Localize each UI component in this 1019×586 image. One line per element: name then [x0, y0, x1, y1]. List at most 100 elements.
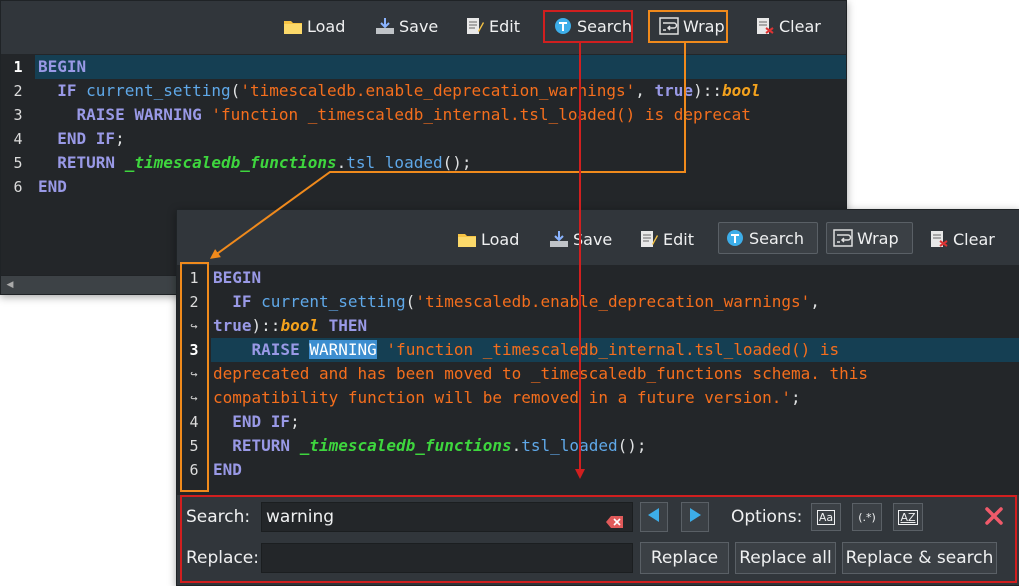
- search-label: Search: [749, 228, 804, 248]
- whole-word-toggle[interactable]: AZ: [893, 503, 923, 531]
- clear-button[interactable]: Clear: [923, 224, 1001, 254]
- save-button[interactable]: Save: [369, 11, 444, 41]
- code-line: IF current_setting('timescaledb.enable_d…: [213, 290, 820, 314]
- search-button-active[interactable]: Search: [718, 222, 818, 254]
- code-token: BEGIN: [213, 268, 262, 287]
- wrap-button[interactable]: Wrap: [653, 11, 731, 41]
- wrap-label: Wrap: [683, 16, 725, 36]
- code-token: ,: [810, 292, 820, 311]
- code-line: RAISE WARNING 'function _timescaledb_int…: [38, 103, 751, 127]
- search-match-highlight: WARNING: [309, 340, 377, 359]
- search-field-label: Search:: [186, 507, 251, 527]
- edit-button[interactable]: Edit: [633, 224, 700, 254]
- code-token: true: [213, 316, 252, 335]
- clear-text-icon[interactable]: [606, 510, 624, 528]
- code-token: RAISE: [251, 340, 300, 359]
- arrow-left-icon: [645, 506, 663, 528]
- code-token: deprecated and has been moved to _timesc…: [213, 364, 869, 383]
- code-token: ();: [442, 153, 472, 172]
- code-line: END: [38, 175, 67, 199]
- find-previous-button[interactable]: [640, 502, 668, 532]
- search-input-value: warning: [266, 507, 335, 527]
- find-next-button[interactable]: [681, 502, 709, 532]
- code-token: tsl_loaded: [346, 153, 443, 172]
- code-token: 'timescaledb.enable_deprecation_warnings…: [240, 81, 636, 100]
- clear-label: Clear: [779, 16, 821, 36]
- match-case-toggle[interactable]: Aa: [811, 503, 841, 531]
- editor-window-after: Load Save Edit Search Wrap Clear 1 2 ↪ 3…: [176, 209, 1019, 586]
- line-number: 5: [189, 437, 199, 455]
- code-token: (: [405, 292, 416, 311]
- wrap-button-active[interactable]: Wrap: [826, 222, 913, 254]
- load-button[interactable]: Load: [451, 224, 525, 254]
- line-number: 5: [13, 154, 23, 172]
- close-search-button[interactable]: [983, 505, 1005, 527]
- line-number: 3: [13, 106, 23, 124]
- code-token: RAISE WARNING: [76, 105, 202, 124]
- line-number: 1: [13, 58, 23, 76]
- code-token: 'function _timescaledb_internal.tsl_load…: [386, 340, 840, 359]
- options-label: Options:: [731, 507, 803, 527]
- replace-button[interactable]: Replace: [640, 542, 729, 574]
- code-line: END: [213, 458, 242, 482]
- close-icon: [983, 507, 1005, 531]
- scroll-left-icon[interactable]: ◀: [3, 278, 17, 292]
- clear-icon: [755, 16, 775, 36]
- code-token: )::: [251, 316, 281, 335]
- code-token: IF: [57, 81, 77, 100]
- arrow-right-icon: [686, 506, 704, 528]
- code-token: 'timescaledb.enable_deprecation_warnings…: [415, 292, 811, 311]
- save-button[interactable]: Save: [543, 224, 618, 254]
- line-number: 3: [189, 341, 199, 359]
- code-line: RETURN _timescaledb_functions.tsl_loaded…: [38, 151, 472, 175]
- line-number: 4: [189, 413, 199, 431]
- clear-button[interactable]: Clear: [749, 11, 827, 41]
- regex-toggle[interactable]: (.*): [852, 503, 882, 531]
- code-token: (: [230, 81, 241, 100]
- edit-button[interactable]: Edit: [459, 11, 526, 41]
- load-button[interactable]: Load: [277, 11, 351, 41]
- clear-icon: [929, 229, 949, 249]
- search-input[interactable]: warning: [261, 502, 633, 532]
- code-token: END: [213, 460, 242, 479]
- search-button[interactable]: Search: [547, 11, 638, 41]
- line-number: 2: [189, 293, 199, 311]
- code-line: compatibility function will be removed i…: [213, 386, 801, 410]
- code-token: 'function _timescaledb_internal.tsl_load…: [211, 105, 751, 124]
- line-number: 4: [13, 130, 23, 148]
- code-token: _timescaledb_functions: [299, 436, 512, 455]
- code-token: true: [654, 81, 694, 100]
- code-token: THEN: [328, 316, 368, 335]
- code-editor[interactable]: 1 2 ↪ 3 ↪ ↪ 4 5 6 BEGIN IF current_setti…: [177, 265, 1019, 495]
- wrap-continuation-icon: ↪: [190, 319, 198, 333]
- code-token: tsl_loaded: [521, 436, 618, 455]
- save-label: Save: [399, 16, 439, 36]
- wrap-continuation-icon: ↪: [190, 391, 198, 405]
- code-token: IF: [232, 292, 252, 311]
- current-line-highlight: [35, 55, 846, 79]
- replace-input[interactable]: [261, 543, 633, 573]
- replace-and-search-button[interactable]: Replace & search: [842, 542, 997, 574]
- replace-all-button[interactable]: Replace all: [735, 542, 836, 574]
- code-token: bool: [280, 316, 319, 335]
- search-icon: [553, 16, 573, 36]
- replace-field-label: Replace:: [186, 548, 259, 568]
- folder-icon: [457, 229, 477, 249]
- code-token: ;: [790, 388, 801, 407]
- folder-icon: [283, 16, 303, 36]
- clear-label: Clear: [953, 229, 995, 249]
- code-line: RAISE WARNING 'function _timescaledb_int…: [213, 338, 839, 362]
- code-token: bool: [721, 81, 761, 100]
- code-token: compatibility function will be removed i…: [213, 388, 791, 407]
- code-token: ();: [617, 436, 647, 455]
- line-number: 6: [13, 178, 23, 196]
- code-line: RETURN _timescaledb_functions.tsl_loaded…: [213, 434, 647, 458]
